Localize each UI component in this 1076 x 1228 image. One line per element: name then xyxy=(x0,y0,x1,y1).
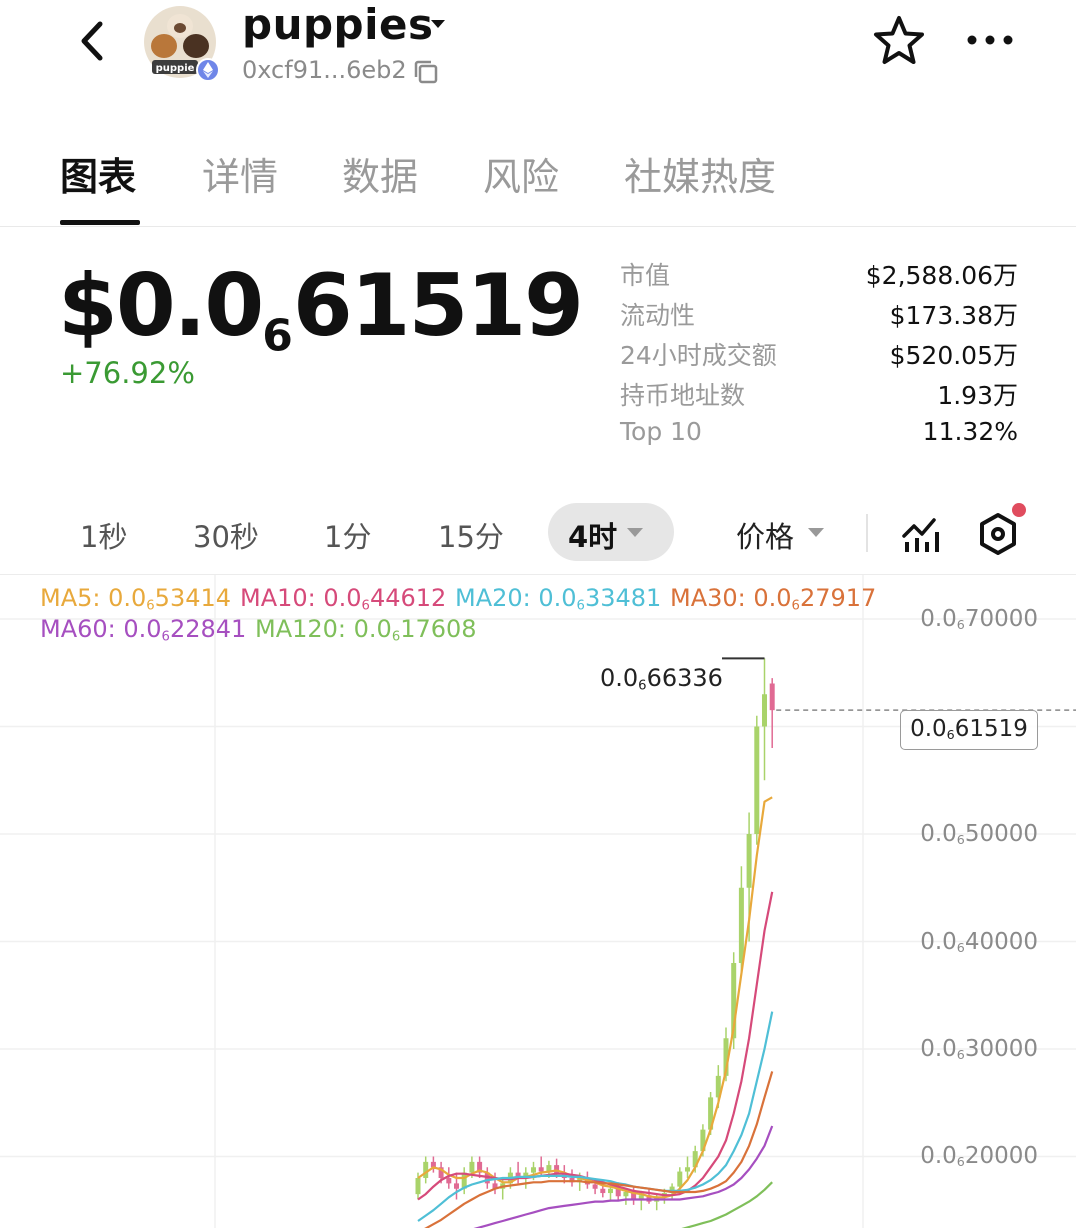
avatar-text: puppie xyxy=(156,63,195,74)
tabs-divider xyxy=(0,226,1076,227)
candle-body xyxy=(454,1183,459,1189)
stat-label-24h-volume: 24小时成交额 xyxy=(620,341,777,370)
candle-body xyxy=(623,1191,629,1197)
timeframe-4h[interactable]: 4时 xyxy=(568,514,617,556)
candle-body xyxy=(531,1167,536,1173)
timeframe-30s[interactable]: 30秒 xyxy=(193,514,259,556)
active-tab-indicator xyxy=(60,220,140,225)
favorite-star-icon[interactable] xyxy=(872,14,926,68)
current-price-marker: 0.0661519 xyxy=(900,710,1038,750)
y-axis-tick-label: 0.0640000 xyxy=(920,929,1038,956)
y-axis-tick-label: 0.0650000 xyxy=(920,821,1038,848)
candle-body xyxy=(600,1188,606,1194)
candle-body xyxy=(469,1161,475,1173)
price-change-percent: +76.92% xyxy=(60,356,195,390)
stat-label-market-cap: 市值 xyxy=(620,261,671,290)
price-type-dropdown[interactable]: 价格 xyxy=(736,514,794,556)
token-name[interactable]: puppies xyxy=(242,0,433,49)
candle-body xyxy=(446,1178,452,1184)
tab-risk[interactable]: 风险 xyxy=(483,146,559,201)
price-type-caret-icon[interactable] xyxy=(808,528,824,537)
stat-value-market-cap: $2,588.06万 xyxy=(865,261,1018,290)
tab-data[interactable]: 数据 xyxy=(342,146,418,201)
stat-label-holders: 持币地址数 xyxy=(620,381,746,410)
candlestick-chart[interactable] xyxy=(0,575,1076,1228)
back-arrow-icon[interactable] xyxy=(70,16,114,66)
stat-value-24h-volume: $520.05万 xyxy=(889,341,1018,370)
candle-body xyxy=(423,1161,429,1178)
ma5-legend: MA5: 0.0653414 xyxy=(40,584,232,614)
candle-body xyxy=(746,834,752,888)
copy-icon[interactable] xyxy=(412,58,440,86)
ma-line-ma5 xyxy=(417,796,773,1199)
candle-body xyxy=(415,1178,421,1195)
candle-body xyxy=(762,694,767,727)
candle-body xyxy=(685,1167,690,1172)
timeframe-15m[interactable]: 15分 xyxy=(438,514,504,556)
high-price-label: 0.0666336 xyxy=(600,664,723,694)
candle-body xyxy=(769,683,775,711)
toolbar-divider xyxy=(866,514,868,552)
ma-line-ma10 xyxy=(417,891,774,1201)
tab-chart[interactable]: 图表 xyxy=(60,146,136,201)
candle-body xyxy=(592,1184,598,1189)
stat-value-holders: 1.93万 xyxy=(937,381,1018,410)
candle-body xyxy=(738,887,744,963)
candle-body xyxy=(677,1171,683,1187)
chart-settings-icon[interactable] xyxy=(974,510,1022,558)
stat-label-top10: Top 10 xyxy=(620,417,702,446)
candle-body xyxy=(754,726,760,834)
ma60-legend: MA60: 0.0622841 xyxy=(40,615,247,645)
y-axis-tick-label: 0.0670000 xyxy=(920,606,1038,633)
contract-address: 0xcf91...6eb2 xyxy=(242,56,407,84)
ma10-legend: MA10: 0.0644612 xyxy=(240,584,447,614)
tab-social-heat[interactable]: 社媒热度 xyxy=(624,146,776,201)
stat-value-top10: 11.32% xyxy=(922,417,1018,446)
ma-line-ma60 xyxy=(473,1125,774,1228)
tab-details[interactable]: 详情 xyxy=(202,146,278,201)
timeframe-1s[interactable]: 1秒 xyxy=(80,514,127,556)
ma30-legend: MA30: 0.0627917 xyxy=(670,584,877,614)
stat-value-liquidity: $173.38万 xyxy=(889,301,1018,330)
notification-dot xyxy=(1012,503,1026,517)
timeframe-1m[interactable]: 1分 xyxy=(324,514,371,556)
token-avatar: puppie xyxy=(144,6,220,82)
more-options-icon[interactable] xyxy=(962,26,1018,54)
candle-body xyxy=(538,1167,544,1172)
ma120-legend: MA120: 0.0617608 xyxy=(255,615,477,645)
ma20-legend: MA20: 0.0633481 xyxy=(455,584,662,614)
current-price: $0.0661519 xyxy=(58,256,584,362)
indicator-chart-icon[interactable] xyxy=(900,512,944,556)
candle-body xyxy=(554,1165,560,1174)
timeframe-caret-icon[interactable] xyxy=(627,528,643,537)
candle-body xyxy=(608,1188,613,1194)
stat-label-liquidity: 流动性 xyxy=(620,301,696,330)
y-axis-tick-label: 0.0620000 xyxy=(920,1143,1038,1170)
y-axis-tick-label: 0.0630000 xyxy=(920,1036,1038,1063)
token-dropdown-caret-icon[interactable] xyxy=(428,16,448,32)
